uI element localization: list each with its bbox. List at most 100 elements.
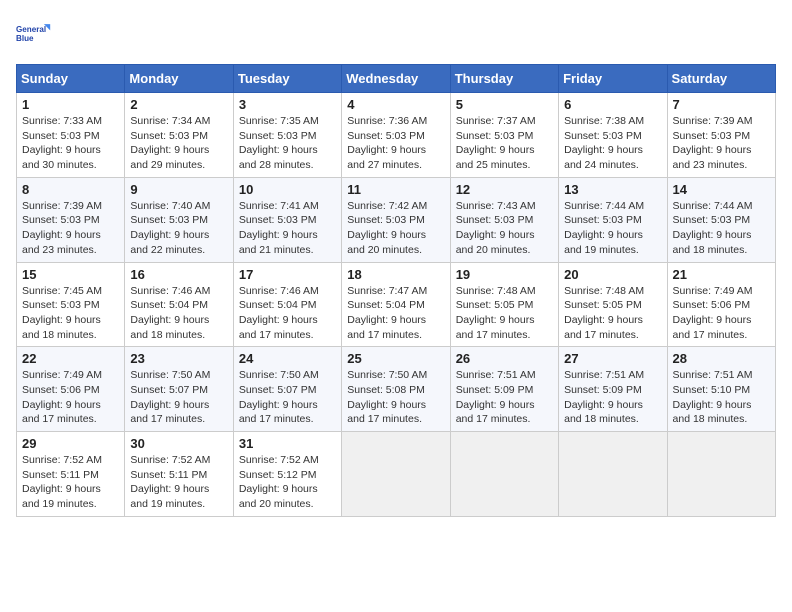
day-info: Sunrise: 7:44 AM Sunset: 5:03 PM Dayligh… — [564, 199, 661, 258]
day-info: Sunrise: 7:44 AM Sunset: 5:03 PM Dayligh… — [673, 199, 770, 258]
calendar-cell: 7Sunrise: 7:39 AM Sunset: 5:03 PM Daylig… — [667, 93, 775, 178]
calendar-cell: 26 Sunrise: 7:51 AM Sunset: 5:09 PM Dayli… — [450, 347, 558, 432]
calendar-cell: 5Sunrise: 7:37 AM Sunset: 5:03 PM Daylig… — [450, 93, 558, 178]
calendar-cell: 11 Sunrise: 7:42 AM Sunset: 5:03 PM Dayli… — [342, 177, 450, 262]
calendar-cell: 12 Sunrise: 7:43 AM Sunset: 5:03 PM Dayli… — [450, 177, 558, 262]
calendar-cell: 21Sunrise: 7:49 AM Sunset: 5:06 PM Dayli… — [667, 262, 775, 347]
day-number: 27 — [564, 351, 661, 366]
logo-icon: GeneralBlue — [16, 16, 52, 52]
day-number: 26 — [456, 351, 553, 366]
day-number: 30 — [130, 436, 227, 451]
calendar-cell: 9 Sunrise: 7:40 AM Sunset: 5:03 PM Daylig… — [125, 177, 233, 262]
day-info: Sunrise: 7:45 AM Sunset: 5:03 PM Dayligh… — [22, 284, 119, 343]
calendar-cell: 2 Sunrise: 7:34 AM Sunset: 5:03 PM Daylig… — [125, 93, 233, 178]
logo: GeneralBlue — [16, 16, 52, 52]
calendar-cell: 23 Sunrise: 7:50 AM Sunset: 5:07 PM Dayli… — [125, 347, 233, 432]
day-info: Sunrise: 7:48 AM Sunset: 5:05 PM Dayligh… — [564, 284, 661, 343]
calendar-cell: 30 Sunrise: 7:52 AM Sunset: 5:11 PM Dayli… — [125, 432, 233, 517]
svg-text:Blue: Blue — [16, 34, 34, 43]
calendar-cell: 22Sunrise: 7:49 AM Sunset: 5:06 PM Dayli… — [17, 347, 125, 432]
day-info: Sunrise: 7:34 AM Sunset: 5:03 PM Dayligh… — [130, 114, 227, 173]
calendar-cell: 13 Sunrise: 7:44 AM Sunset: 5:03 PM Dayli… — [559, 177, 667, 262]
day-info: Sunrise: 7:42 AM Sunset: 5:03 PM Dayligh… — [347, 199, 444, 258]
day-info: Sunrise: 7:51 AM Sunset: 5:09 PM Dayligh… — [564, 368, 661, 427]
day-number: 8 — [22, 182, 119, 197]
day-number: 31 — [239, 436, 336, 451]
calendar-week-row: 22Sunrise: 7:49 AM Sunset: 5:06 PM Dayli… — [17, 347, 776, 432]
calendar-table: SundayMondayTuesdayWednesdayThursdayFrid… — [16, 64, 776, 517]
day-info: Sunrise: 7:46 AM Sunset: 5:04 PM Dayligh… — [239, 284, 336, 343]
day-info: Sunrise: 7:33 AM Sunset: 5:03 PM Dayligh… — [22, 114, 119, 173]
calendar-header-friday: Friday — [559, 65, 667, 93]
day-info: Sunrise: 7:43 AM Sunset: 5:03 PM Dayligh… — [456, 199, 553, 258]
calendar-header-tuesday: Tuesday — [233, 65, 341, 93]
calendar-header-wednesday: Wednesday — [342, 65, 450, 93]
day-number: 1 — [22, 97, 119, 112]
calendar-cell: 16 Sunrise: 7:46 AM Sunset: 5:04 PM Dayli… — [125, 262, 233, 347]
calendar-cell: 8Sunrise: 7:39 AM Sunset: 5:03 PM Daylig… — [17, 177, 125, 262]
day-number: 16 — [130, 267, 227, 282]
calendar-week-row: 29 Sunrise: 7:52 AM Sunset: 5:11 PM Dayli… — [17, 432, 776, 517]
day-number: 18 — [347, 267, 444, 282]
calendar-header-monday: Monday — [125, 65, 233, 93]
calendar-cell — [667, 432, 775, 517]
day-info: Sunrise: 7:46 AM Sunset: 5:04 PM Dayligh… — [130, 284, 227, 343]
calendar-cell: 24 Sunrise: 7:50 AM Sunset: 5:07 PM Dayli… — [233, 347, 341, 432]
day-info: Sunrise: 7:48 AM Sunset: 5:05 PM Dayligh… — [456, 284, 553, 343]
day-number: 10 — [239, 182, 336, 197]
calendar-header-row: SundayMondayTuesdayWednesdayThursdayFrid… — [17, 65, 776, 93]
day-number: 4 — [347, 97, 444, 112]
calendar-cell: 6Sunrise: 7:38 AM Sunset: 5:03 PM Daylig… — [559, 93, 667, 178]
calendar-week-row: 15Sunrise: 7:45 AM Sunset: 5:03 PM Dayli… — [17, 262, 776, 347]
day-info: Sunrise: 7:49 AM Sunset: 5:06 PM Dayligh… — [22, 368, 119, 427]
calendar-cell — [559, 432, 667, 517]
day-number: 13 — [564, 182, 661, 197]
calendar-week-row: 1 Sunrise: 7:33 AM Sunset: 5:03 PM Daylig… — [17, 93, 776, 178]
calendar-cell: 15Sunrise: 7:45 AM Sunset: 5:03 PM Dayli… — [17, 262, 125, 347]
page-header: GeneralBlue — [16, 16, 776, 52]
calendar-cell: 1 Sunrise: 7:33 AM Sunset: 5:03 PM Daylig… — [17, 93, 125, 178]
calendar-cell — [342, 432, 450, 517]
day-number: 9 — [130, 182, 227, 197]
day-number: 5 — [456, 97, 553, 112]
calendar-cell: 27 Sunrise: 7:51 AM Sunset: 5:09 PM Dayli… — [559, 347, 667, 432]
svg-text:General: General — [16, 25, 46, 34]
day-info: Sunrise: 7:52 AM Sunset: 5:11 PM Dayligh… — [130, 453, 227, 512]
day-info: Sunrise: 7:52 AM Sunset: 5:12 PM Dayligh… — [239, 453, 336, 512]
calendar-cell: 28 Sunrise: 7:51 AM Sunset: 5:10 PM Dayli… — [667, 347, 775, 432]
day-number: 12 — [456, 182, 553, 197]
calendar-cell: 17 Sunrise: 7:46 AM Sunset: 5:04 PM Dayli… — [233, 262, 341, 347]
day-info: Sunrise: 7:40 AM Sunset: 5:03 PM Dayligh… — [130, 199, 227, 258]
day-info: Sunrise: 7:35 AM Sunset: 5:03 PM Dayligh… — [239, 114, 336, 173]
calendar-cell: 20 Sunrise: 7:48 AM Sunset: 5:05 PM Dayli… — [559, 262, 667, 347]
day-number: 7 — [673, 97, 770, 112]
day-number: 29 — [22, 436, 119, 451]
day-info: Sunrise: 7:38 AM Sunset: 5:03 PM Dayligh… — [564, 114, 661, 173]
day-number: 20 — [564, 267, 661, 282]
calendar-cell: 4 Sunrise: 7:36 AM Sunset: 5:03 PM Daylig… — [342, 93, 450, 178]
day-number: 28 — [673, 351, 770, 366]
calendar-cell: 25 Sunrise: 7:50 AM Sunset: 5:08 PM Dayli… — [342, 347, 450, 432]
day-number: 3 — [239, 97, 336, 112]
day-info: Sunrise: 7:50 AM Sunset: 5:07 PM Dayligh… — [130, 368, 227, 427]
calendar-cell: 18Sunrise: 7:47 AM Sunset: 5:04 PM Dayli… — [342, 262, 450, 347]
calendar-cell: 19Sunrise: 7:48 AM Sunset: 5:05 PM Dayli… — [450, 262, 558, 347]
day-number: 24 — [239, 351, 336, 366]
day-number: 25 — [347, 351, 444, 366]
calendar-cell: 3 Sunrise: 7:35 AM Sunset: 5:03 PM Daylig… — [233, 93, 341, 178]
day-number: 23 — [130, 351, 227, 366]
day-info: Sunrise: 7:36 AM Sunset: 5:03 PM Dayligh… — [347, 114, 444, 173]
calendar-cell: 14Sunrise: 7:44 AM Sunset: 5:03 PM Dayli… — [667, 177, 775, 262]
calendar-week-row: 8Sunrise: 7:39 AM Sunset: 5:03 PM Daylig… — [17, 177, 776, 262]
calendar-cell: 10Sunrise: 7:41 AM Sunset: 5:03 PM Dayli… — [233, 177, 341, 262]
day-number: 2 — [130, 97, 227, 112]
calendar-header-sunday: Sunday — [17, 65, 125, 93]
day-info: Sunrise: 7:51 AM Sunset: 5:10 PM Dayligh… — [673, 368, 770, 427]
calendar-cell — [450, 432, 558, 517]
day-info: Sunrise: 7:52 AM Sunset: 5:11 PM Dayligh… — [22, 453, 119, 512]
day-number: 17 — [239, 267, 336, 282]
day-info: Sunrise: 7:50 AM Sunset: 5:08 PM Dayligh… — [347, 368, 444, 427]
day-info: Sunrise: 7:50 AM Sunset: 5:07 PM Dayligh… — [239, 368, 336, 427]
day-info: Sunrise: 7:51 AM Sunset: 5:09 PM Dayligh… — [456, 368, 553, 427]
day-number: 11 — [347, 182, 444, 197]
